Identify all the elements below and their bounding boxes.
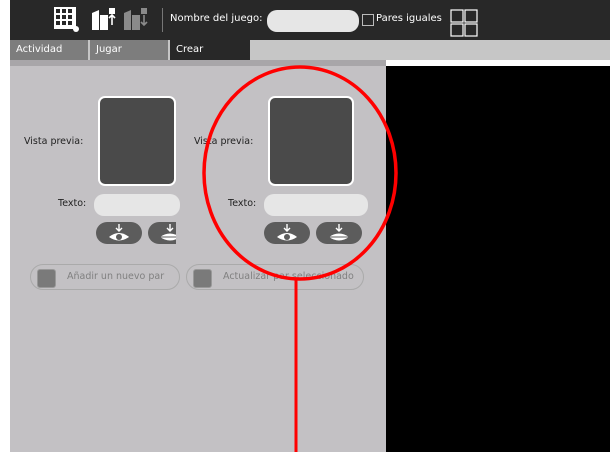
equal-pairs-label: Pares iguales: [376, 13, 442, 24]
preview-label-2: Vista previa:: [194, 136, 254, 147]
game-name-input[interactable]: [267, 10, 359, 32]
preview-label: Vista previa:: [24, 136, 84, 147]
card-text-input[interactable]: [94, 194, 180, 216]
tab-actividad[interactable]: Actividad: [10, 40, 88, 60]
upload-pair-icon[interactable]: [90, 7, 116, 33]
panel-top-strip: [10, 60, 386, 66]
app-window: Nombre del juego: Pares iguales Activida…: [10, 0, 610, 452]
update-pair-icon: [193, 269, 212, 288]
preview-speak-button-2[interactable]: [316, 222, 362, 244]
card-preview-image[interactable]: [98, 96, 176, 186]
preview-eye-button-2[interactable]: [264, 222, 310, 244]
grid-icon[interactable]: [54, 7, 80, 33]
card-preview-image-2[interactable]: [268, 96, 354, 186]
add-pair-icon: [37, 269, 56, 288]
update-pair-button[interactable]: Actualizar par seleccionado: [186, 264, 364, 290]
tab-crear[interactable]: Crear: [170, 40, 250, 60]
tab-bar: Actividad Jugar Crear: [10, 40, 610, 60]
card-text-input-2[interactable]: [264, 194, 368, 216]
add-pair-label: Añadir un nuevo par: [67, 271, 165, 282]
text-label-2: Texto:: [228, 198, 257, 209]
equal-pairs-checkbox[interactable]: [362, 14, 374, 26]
update-pair-label: Actualizar par seleccionado: [223, 271, 354, 282]
editor-panel: Vista previa: Texto: Vista previa: Texto…: [10, 60, 386, 452]
layout-grid-icon[interactable]: [450, 9, 478, 37]
toolbar: Nombre del juego: Pares iguales: [10, 0, 610, 40]
tab-jugar[interactable]: Jugar: [90, 40, 168, 60]
toolbar-separator: [162, 8, 163, 32]
preview-eye-button[interactable]: [96, 222, 142, 244]
game-name-label: Nombre del juego:: [170, 13, 263, 24]
add-pair-button[interactable]: Añadir un nuevo par: [30, 264, 180, 290]
preview-speak-button[interactable]: [148, 222, 180, 244]
game-canvas: [386, 66, 610, 452]
download-pair-icon[interactable]: [122, 7, 148, 33]
text-label: Texto:: [58, 198, 87, 209]
